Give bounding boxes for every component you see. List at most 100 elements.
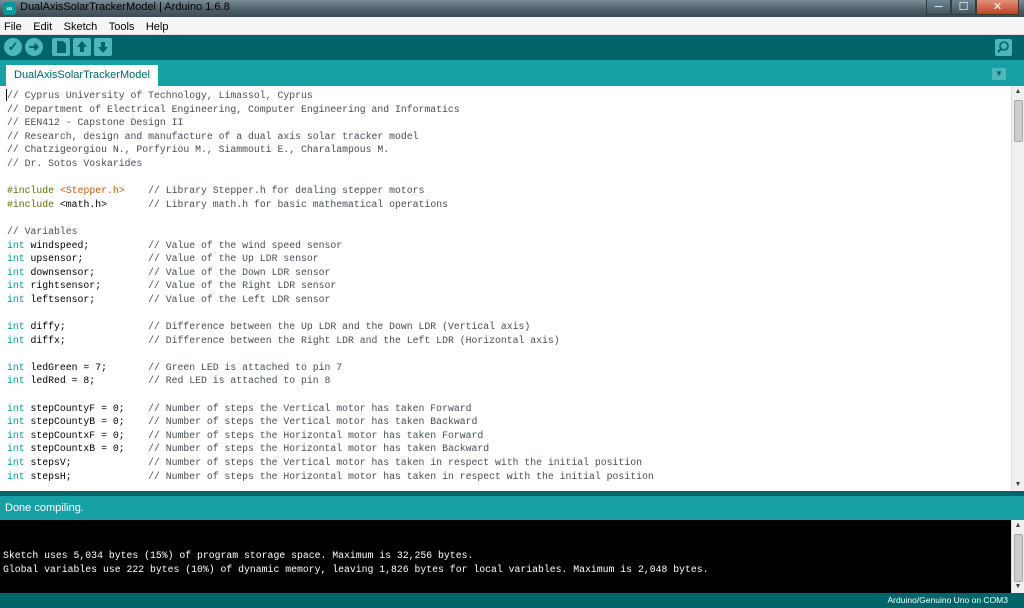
- scroll-up-icon[interactable]: ▲: [1012, 86, 1024, 98]
- open-button[interactable]: [73, 38, 91, 56]
- code-token: ledRed = 8;: [24, 375, 149, 387]
- code-token: // Library Stepper.h for dealing stepper…: [124, 185, 425, 197]
- menu-bar: File Edit Sketch Tools Help: [0, 17, 1024, 35]
- code-token: #include: [7, 198, 55, 210]
- code-token: int: [7, 334, 25, 346]
- code-line: // Variables: [0, 225, 1012, 239]
- text-caret: [6, 89, 7, 101]
- menu-tools[interactable]: Tools: [105, 19, 138, 36]
- code-line: int upsensor; // Value of the Up LDR sen…: [0, 252, 1012, 266]
- code-token: // Value of the Down LDR sensor: [148, 266, 331, 278]
- title-bar: ∞ DualAxisSolarTrackerModel | Arduino 1.…: [0, 0, 1024, 17]
- code-token: // Red LED is attached to pin 8: [148, 375, 331, 387]
- code-token: leftsensor;: [24, 293, 149, 305]
- code-token: int: [7, 470, 25, 482]
- code-line: // Chatzigeorgiou N., Porfyriou M., Siam…: [0, 143, 1012, 157]
- status-area: Done compiling.: [0, 496, 1024, 520]
- toolbar: ✓ ➜: [0, 35, 1024, 60]
- code-token: int: [7, 280, 25, 292]
- code-token: diffy;: [24, 321, 149, 333]
- menu-edit[interactable]: Edit: [29, 19, 55, 36]
- menu-file[interactable]: File: [0, 19, 25, 36]
- editor-scrollbar[interactable]: ▲ ▼: [1011, 86, 1024, 491]
- code-token: // Number of steps the Horizontal motor …: [148, 443, 490, 455]
- new-file-icon: [57, 41, 66, 53]
- tab-bar: DualAxisSolarTrackerModel ▼: [0, 60, 1024, 86]
- code-token: int: [7, 321, 25, 333]
- upload-button[interactable]: ➜: [25, 38, 43, 56]
- code-token: // EEN412 - Capstone Design II: [7, 117, 184, 129]
- code-token: int: [7, 457, 25, 469]
- status-message: Done compiling.: [5, 502, 84, 514]
- code-line: // Dr. Sotos Voskarides: [0, 157, 1012, 171]
- code-line: int stepCountyB = 0; // Number of steps …: [0, 415, 1012, 429]
- code-token: int: [7, 402, 25, 414]
- arrow-down-icon: [98, 42, 108, 53]
- code-token: int: [7, 443, 25, 455]
- code-line: int leftsensor; // Value of the Left LDR…: [0, 293, 1012, 307]
- code-token: stepCountxF = 0;: [24, 429, 149, 441]
- code-token: stepCountyB = 0;: [24, 416, 149, 428]
- console-line: Global variables use 222 bytes (10%) of …: [3, 564, 709, 575]
- scroll-up-icon[interactable]: ▲: [1012, 520, 1024, 532]
- scroll-down-icon[interactable]: ▼: [1012, 479, 1024, 491]
- code-token: int: [7, 361, 25, 373]
- code-token: stepCountxB = 0;: [24, 443, 149, 455]
- code-token: // Value of the Right LDR sensor: [148, 280, 337, 292]
- code-token: int: [7, 416, 25, 428]
- tab-sketch[interactable]: DualAxisSolarTrackerModel: [6, 65, 158, 86]
- code-token: // Green LED is attached to pin 7: [148, 361, 343, 373]
- checkmark-icon: ✓: [7, 39, 19, 54]
- minimize-button[interactable]: ─: [926, 0, 951, 15]
- code-token: // Value of the Left LDR sensor: [148, 293, 331, 305]
- code-token: diffx;: [24, 334, 149, 346]
- save-button[interactable]: [94, 38, 112, 56]
- code-line: int stepsH; // Number of steps the Horiz…: [0, 470, 1012, 484]
- code-token: // Variables: [7, 225, 78, 237]
- menu-help[interactable]: Help: [142, 19, 172, 36]
- arduino-logo-icon: ∞: [3, 2, 16, 15]
- code-token: // Difference between the Right LDR and …: [148, 334, 560, 346]
- code-editor[interactable]: // Cyprus University of Technology, Lima…: [0, 86, 1012, 491]
- code-token: // Department of Electrical Engineering,…: [7, 103, 460, 115]
- chevron-down-icon: ▼: [995, 69, 1003, 78]
- code-token: // Number of steps the Vertical motor ha…: [148, 416, 478, 428]
- code-token: // Cyprus University of Technology, Lima…: [7, 90, 313, 101]
- code-line: // Department of Electrical Engineering,…: [0, 103, 1012, 117]
- new-button[interactable]: [52, 38, 70, 56]
- window-controls: ─ ☐ ✕: [926, 0, 1019, 15]
- code-token: ledGreen = 7;: [24, 361, 149, 373]
- serial-monitor-button[interactable]: [995, 39, 1012, 56]
- code-line: #include <math.h> // Library math.h for …: [0, 198, 1012, 212]
- code-line: int ledGreen = 7; // Green LED is attach…: [0, 361, 1012, 375]
- console-output: Sketch uses 5,034 bytes (15%) of program…: [0, 520, 1012, 593]
- close-button[interactable]: ✕: [976, 0, 1019, 15]
- console-scroll-thumb[interactable]: [1014, 534, 1023, 582]
- code-line: int ledRed = 8; // Red LED is attached t…: [0, 374, 1012, 388]
- code-token: // Dr. Sotos Voskarides: [7, 157, 143, 169]
- code-line: int rightsensor; // Value of the Right L…: [0, 279, 1012, 293]
- code-token: // Number of steps the Horizontal motor …: [148, 429, 484, 441]
- code-token: upsensor;: [24, 253, 149, 265]
- code-token: int: [7, 239, 25, 251]
- menu-sketch[interactable]: Sketch: [60, 19, 101, 36]
- code-line: int diffx; // Difference between the Rig…: [0, 334, 1012, 348]
- code-token: // Number of steps the Vertical motor ha…: [148, 457, 642, 469]
- code-line: int stepCountxB = 0; // Number of steps …: [0, 442, 1012, 456]
- tab-menu-button[interactable]: ▼: [992, 68, 1006, 80]
- console-scrollbar[interactable]: ▲ ▼: [1011, 520, 1024, 593]
- code-token: windspeed;: [24, 239, 149, 251]
- code-line: int windspeed; // Value of the wind spee…: [0, 239, 1012, 253]
- code-token: int: [7, 266, 25, 278]
- code-token: // Value of the Up LDR sensor: [148, 253, 319, 265]
- maximize-button[interactable]: ☐: [951, 0, 976, 15]
- editor-scroll-thumb[interactable]: [1014, 100, 1023, 142]
- code-line: int downsensor; // Value of the Down LDR…: [0, 266, 1012, 280]
- code-token: stepCountyF = 0;: [24, 402, 149, 414]
- verify-button[interactable]: ✓: [4, 38, 22, 56]
- code-token: downsensor;: [24, 266, 149, 278]
- scroll-down-icon[interactable]: ▼: [1012, 581, 1024, 593]
- code-token: // Number of steps the Vertical motor ha…: [148, 402, 472, 414]
